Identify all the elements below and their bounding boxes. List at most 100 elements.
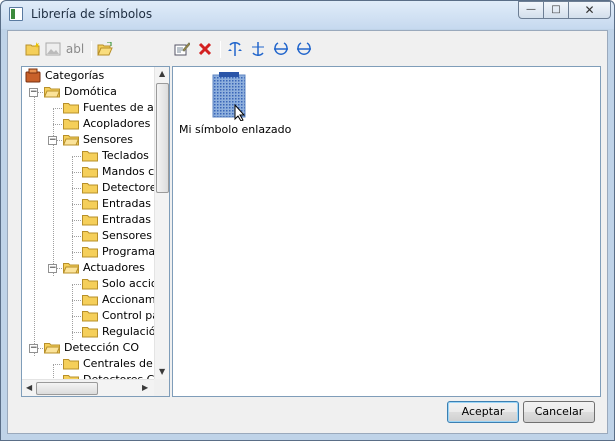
folder-icon bbox=[82, 311, 98, 322]
linked-symbol-icon bbox=[212, 72, 246, 121]
rotate-left-icon[interactable] bbox=[273, 41, 289, 57]
tree-connector bbox=[72, 156, 81, 157]
tree-item[interactable]: Programad bbox=[22, 244, 154, 260]
delete-icon[interactable] bbox=[197, 41, 213, 57]
folder-icon bbox=[82, 199, 98, 210]
symbol-panel[interactable]: Mi símbolo enlazado bbox=[172, 66, 601, 397]
open-folder-icon[interactable] bbox=[97, 41, 113, 57]
folder-open-icon bbox=[63, 135, 79, 146]
tree-content: Categorías − Domótica Fuentes de ali Acopla… bbox=[22, 67, 154, 379]
tree-item-label: Regulació bbox=[102, 325, 154, 338]
tree-root-label: Categorías bbox=[45, 69, 105, 82]
tree-vertical-thumb[interactable] bbox=[156, 83, 169, 193]
tree-item[interactable]: Fuentes de ali bbox=[22, 100, 154, 116]
tree-item[interactable]: Centrales de c bbox=[22, 356, 154, 372]
tree-item[interactable]: − Sensores bbox=[22, 132, 154, 148]
folder-icon bbox=[63, 359, 79, 370]
tree-connector bbox=[72, 236, 81, 237]
tree-item[interactable]: Accionam bbox=[22, 292, 154, 308]
close-button[interactable]: ✕ bbox=[568, 1, 611, 19]
tree-item[interactable]: − Detección CO bbox=[22, 340, 154, 356]
tree-item[interactable]: Teclados bbox=[22, 148, 154, 164]
categories-icon bbox=[25, 68, 41, 83]
scroll-right-icon[interactable]: ▶ bbox=[142, 383, 148, 392]
rename-text-icon[interactable]: abl bbox=[65, 41, 85, 57]
tree-item-label: Centrales de c bbox=[83, 357, 154, 370]
tree-connector bbox=[53, 108, 62, 109]
dialog-client: abl Categorías − Domótica Fuentes de ali… bbox=[7, 30, 608, 434]
symbol-item[interactable]: Mi símbolo enlazado bbox=[179, 71, 292, 141]
folder-icon bbox=[82, 279, 98, 290]
tree-item-label: Entradas b bbox=[102, 197, 154, 210]
folder-icon bbox=[82, 247, 98, 258]
collapse-toggle-icon[interactable]: − bbox=[48, 264, 57, 273]
tree-item-label: Entradas a bbox=[102, 213, 154, 226]
folder-open-icon bbox=[44, 87, 60, 98]
tree-item[interactable]: Detectores CO bbox=[22, 372, 154, 379]
tree-item-label: Detección CO bbox=[64, 341, 140, 354]
tree-item-label: Sensores bbox=[83, 133, 133, 146]
window-title: Librería de símbolos bbox=[31, 7, 153, 21]
folder-icon bbox=[82, 327, 98, 338]
tree-connector bbox=[53, 364, 62, 365]
folder-icon bbox=[82, 295, 98, 306]
tree-item-label: Solo accio bbox=[102, 277, 154, 290]
tree-item[interactable]: Entradas b bbox=[22, 196, 154, 212]
tree-item[interactable]: Sensores bbox=[22, 228, 154, 244]
flip-horizontal-alt-icon[interactable] bbox=[250, 41, 266, 57]
toolbar-separator bbox=[220, 41, 221, 58]
collapse-toggle-icon[interactable]: − bbox=[48, 136, 57, 145]
folder-icon bbox=[82, 231, 98, 242]
tree-item[interactable]: Entradas a bbox=[22, 212, 154, 228]
rotate-right-icon[interactable] bbox=[296, 41, 312, 57]
folder-icon bbox=[82, 215, 98, 226]
edit-icon[interactable] bbox=[174, 41, 190, 57]
tree-connector bbox=[72, 188, 81, 189]
new-folder-icon[interactable] bbox=[25, 41, 41, 57]
cancel-button[interactable]: Cancelar bbox=[523, 401, 595, 423]
tree-item[interactable]: Control pa bbox=[22, 308, 154, 324]
symbol-label: Mi símbolo enlazado bbox=[179, 123, 292, 136]
tree-vertical-scrollbar[interactable]: ▲ ▼ bbox=[154, 67, 169, 379]
maximize-button[interactable]: □ bbox=[543, 1, 569, 19]
category-tree[interactable]: Categorías − Domótica Fuentes de ali Acopla… bbox=[21, 66, 170, 397]
scroll-corner bbox=[154, 379, 169, 396]
tree-item-label: Fuentes de ali bbox=[83, 101, 154, 114]
scroll-left-icon[interactable]: ◀ bbox=[26, 383, 32, 392]
tree-item-label: Teclados bbox=[102, 149, 149, 162]
tree-item[interactable]: − Domótica bbox=[22, 84, 154, 100]
app-icon bbox=[9, 7, 23, 21]
folder-icon bbox=[82, 151, 98, 162]
tree-item-label: Acopladores y bbox=[83, 117, 154, 130]
collapse-toggle-icon[interactable]: − bbox=[29, 88, 38, 97]
tree-item[interactable]: Acopladores y bbox=[22, 116, 154, 132]
scroll-up-icon[interactable]: ▲ bbox=[159, 69, 165, 78]
tree-item-label: Mandos c bbox=[102, 165, 154, 178]
tree-item[interactable]: Detectore bbox=[22, 180, 154, 196]
tree-connector bbox=[72, 204, 81, 205]
folder-open-icon bbox=[63, 263, 79, 274]
toolbar-separator bbox=[91, 41, 92, 58]
tree-connector bbox=[72, 284, 81, 285]
collapse-toggle-icon[interactable]: − bbox=[29, 344, 38, 353]
flip-horizontal-icon[interactable] bbox=[227, 41, 243, 57]
tree-connector bbox=[53, 124, 62, 125]
tree-horizontal-thumb[interactable] bbox=[36, 382, 98, 395]
minimize-button[interactable]: — bbox=[518, 1, 544, 19]
tree-connector bbox=[72, 220, 81, 221]
title-bar: Librería de símbolos — □ ✕ bbox=[1, 1, 614, 29]
tree-root[interactable]: Categorías bbox=[25, 68, 150, 84]
tree-item[interactable]: Regulació bbox=[22, 324, 154, 340]
scroll-down-icon[interactable]: ▼ bbox=[159, 367, 165, 376]
tree-item-label: Domótica bbox=[64, 85, 117, 98]
folder-icon bbox=[82, 183, 98, 194]
tree-item[interactable]: Solo accio bbox=[22, 276, 154, 292]
folder-icon bbox=[82, 167, 98, 178]
image-icon[interactable] bbox=[45, 41, 61, 57]
tree-horizontal-scrollbar[interactable]: ◀ ▶ bbox=[22, 379, 154, 396]
tree-item[interactable]: Mandos c bbox=[22, 164, 154, 180]
tree-item[interactable]: − Actuadores bbox=[22, 260, 154, 276]
tree-item-label: Detectores CO bbox=[83, 372, 154, 379]
accept-button[interactable]: Aceptar bbox=[447, 401, 519, 423]
tree-connector bbox=[72, 332, 81, 333]
